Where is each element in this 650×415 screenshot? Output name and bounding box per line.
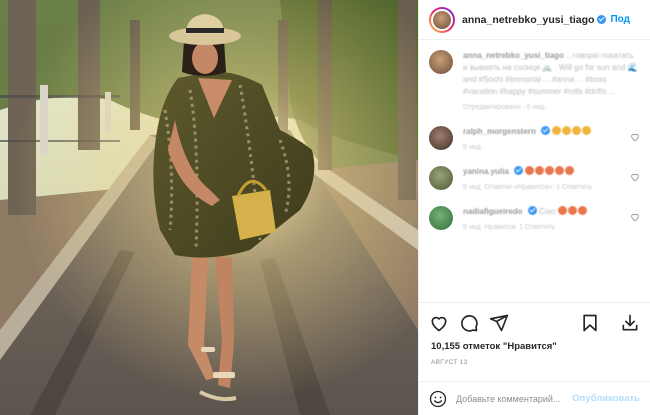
- commenter-avatar[interactable]: [429, 50, 453, 74]
- author-avatar[interactable]: [429, 6, 455, 33]
- verified-badge-icon: [514, 166, 524, 175]
- follow-button[interactable]: Под: [610, 14, 630, 25]
- comment-meta: Отредактировано · 6 нед.: [463, 104, 547, 111]
- emoji-icon: [572, 126, 582, 135]
- post-actions-bar: [419, 302, 650, 342]
- comment-emoji-row: [552, 126, 592, 136]
- emoji-icon: [565, 166, 575, 175]
- emoji-icon: [535, 166, 545, 175]
- comment-meta: 6 нед. Отметки «Нравится»: 1 Ответить: [463, 184, 592, 191]
- emoji-icon: [545, 166, 555, 175]
- verified-badge-icon: [527, 206, 537, 215]
- smile-icon[interactable]: [429, 390, 447, 408]
- comment-item: nadiafigueiredo Ciao 6 нед. Нравится: 1 …: [429, 206, 640, 234]
- post-photo[interactable]: [0, 0, 418, 415]
- heart-icon[interactable]: [429, 313, 449, 333]
- commenter-username[interactable]: yanina.yulia: [463, 167, 509, 176]
- comment-like-heart-icon[interactable]: [630, 212, 640, 222]
- commenter-avatar[interactable]: [429, 206, 453, 230]
- emoji-icon: [555, 166, 565, 175]
- post-side-panel: anna_netrebko_yusi_tiago Под anna_netreb…: [418, 0, 650, 415]
- emoji-icon: [557, 206, 567, 215]
- commenter-avatar[interactable]: [429, 166, 453, 190]
- comment-like-heart-icon[interactable]: [630, 132, 640, 142]
- post-header: anna_netrebko_yusi_tiago Под: [419, 0, 650, 40]
- verified-badge-icon: [541, 126, 551, 135]
- publish-button[interactable]: Опубликовать: [572, 393, 640, 404]
- comment-emoji-row: [525, 166, 575, 176]
- verified-badge-icon: [597, 14, 607, 24]
- comment-emoji-row: [557, 206, 588, 216]
- post-photo-scene: [0, 0, 418, 415]
- emoji-icon: [577, 206, 587, 215]
- comment-input[interactable]: [456, 393, 567, 404]
- likes-count[interactable]: 10,155 отметок "Нравится": [431, 341, 557, 352]
- emoji-icon: [567, 206, 577, 215]
- emoji-icon: [562, 126, 572, 135]
- comments-list[interactable]: anna_netrebko_yusi_tiago ...говорю покат…: [419, 40, 650, 302]
- emoji-icon: [552, 126, 562, 135]
- share-icon[interactable]: [489, 313, 509, 333]
- download-icon[interactable]: [620, 313, 640, 333]
- commenter-username[interactable]: anna_netrebko_yusi_tiago: [463, 51, 564, 60]
- comment-item: anna_netrebko_yusi_tiago ...говорю покат…: [429, 50, 640, 114]
- commenter-username[interactable]: nadiafigueiredo: [463, 207, 523, 216]
- post-date: АВГУСТ 13: [431, 359, 468, 366]
- comment-text: Ciao: [539, 207, 556, 216]
- commenter-avatar[interactable]: [429, 126, 453, 150]
- comment-icon[interactable]: [459, 313, 479, 333]
- comment-meta: 6 нед.: [463, 144, 483, 151]
- author-username[interactable]: anna_netrebko_yusi_tiago: [462, 14, 607, 26]
- comment-like-heart-icon[interactable]: [630, 172, 640, 182]
- emoji-icon: [525, 166, 535, 175]
- commenter-username[interactable]: ralph_morgenstern: [463, 127, 536, 136]
- comment-item: yanina.yulia 6 нед. Отметки «Нравится»: …: [429, 166, 640, 194]
- bookmark-icon[interactable]: [580, 313, 600, 333]
- comment-meta: 6 нед. Нравится: 1 Ответить: [463, 224, 555, 231]
- comment-item: ralph_morgenstern 6 нед.: [429, 126, 640, 154]
- add-comment-bar: Опубликовать: [419, 381, 650, 415]
- emoji-icon: [582, 126, 592, 135]
